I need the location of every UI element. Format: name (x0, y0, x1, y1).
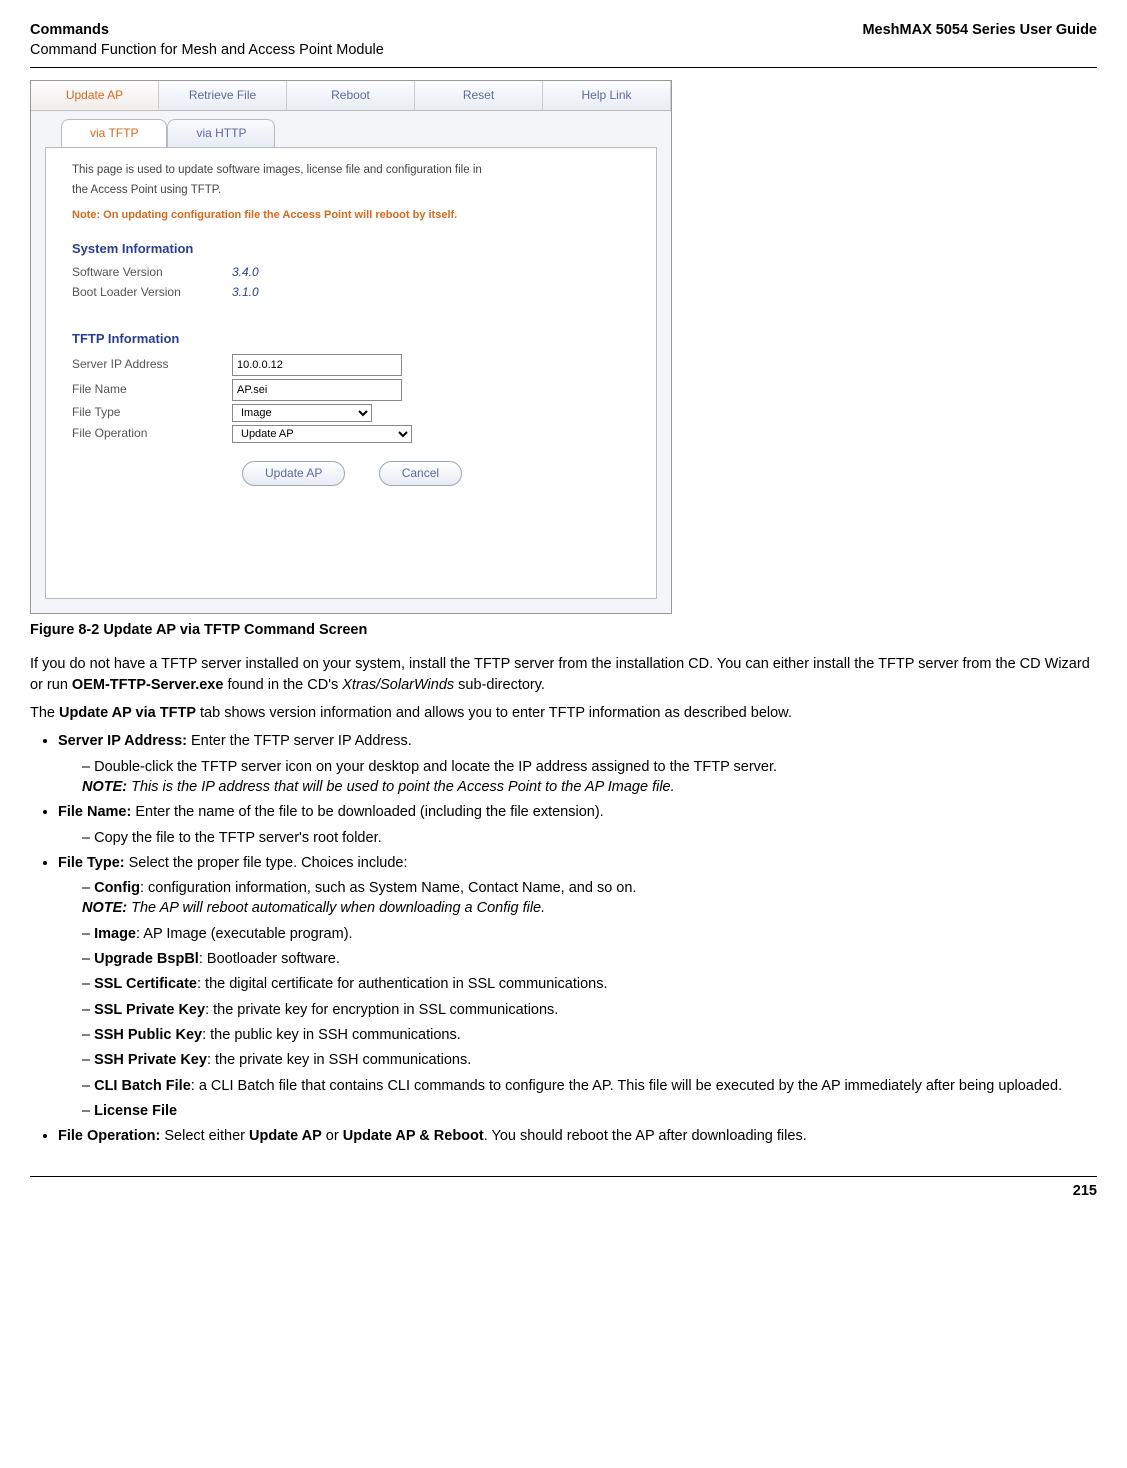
section-tftp-info: TFTP Information (72, 330, 638, 348)
tab-reset[interactable]: Reset (415, 81, 543, 111)
subtab-via-http[interactable]: via HTTP (167, 119, 275, 147)
label-software-version: Software Version (72, 264, 232, 281)
tab-reboot[interactable]: Reboot (287, 81, 415, 111)
note-server-ip: NOTE: This is the IP address that will b… (82, 777, 1097, 797)
input-file-name[interactable] (232, 379, 402, 401)
label-server-ip: Server IP Address (72, 356, 232, 373)
paragraph-update-ap-tab: The Update AP via TFTP tab shows version… (30, 703, 1097, 723)
header-left: Commands Command Function for Mesh and A… (30, 20, 384, 61)
item-server-ip: Server IP Address: Enter the TFTP server… (58, 731, 1097, 797)
header-subtitle: Command Function for Mesh and Access Poi… (30, 40, 384, 60)
figure-caption: Figure 8-2 Update AP via TFTP Command Sc… (30, 620, 1097, 640)
item-server-ip-sub: Double-click the TFTP server icon on you… (82, 757, 1097, 798)
page-footer: 215 (30, 1176, 1097, 1201)
item-filetype-image: Image: AP Image (executable program). (82, 924, 1097, 944)
item-filetype-bspbl: Upgrade BspBl: Bootloader software. (82, 949, 1097, 969)
item-file-name: File Name: Enter the name of the file to… (58, 802, 1097, 848)
select-file-type[interactable]: Image (232, 404, 372, 422)
ap-config-screenshot: Update AP Retrieve File Reboot Reset Hel… (30, 80, 672, 615)
paragraph-tftp-install: If you do not have a TFTP server install… (30, 654, 1097, 695)
tab-retrieve-file[interactable]: Retrieve File (159, 81, 287, 111)
note-config: NOTE: The AP will reboot automatically w… (82, 898, 1097, 918)
row-file-type: File Type Image (72, 404, 638, 422)
top-tab-bar: Update AP Retrieve File Reboot Reset Hel… (31, 81, 671, 112)
update-ap-button[interactable]: Update AP (242, 461, 345, 486)
panel-warning: Note: On updating configuration file the… (72, 208, 638, 223)
item-file-operation: File Operation: Select either Update AP … (58, 1126, 1097, 1146)
select-file-operation[interactable]: Update AP (232, 425, 412, 443)
label-file-type: File Type (72, 404, 232, 421)
section-system-info: System Information (72, 240, 638, 258)
header-title: Commands (30, 22, 109, 38)
page-number: 215 (1073, 1183, 1097, 1199)
item-filetype-config: Config: configuration information, such … (82, 878, 1097, 919)
item-file-type: File Type: Select the proper file type. … (58, 853, 1097, 1121)
sub-tab-bar: via TFTP via HTTP (31, 111, 671, 147)
row-software-version: Software Version 3.4.0 (72, 264, 638, 281)
item-filetype-license: License File (82, 1101, 1097, 1121)
item-filetype-sshpub: SSH Public Key: the public key in SSH co… (82, 1025, 1097, 1045)
tab-update-ap[interactable]: Update AP (31, 81, 159, 111)
label-file-name: File Name (72, 381, 232, 398)
page-header: Commands Command Function for Mesh and A… (30, 20, 1097, 68)
panel-desc-line1: This page is used to update software ima… (72, 162, 638, 178)
row-bootloader-version: Boot Loader Version 3.1.0 (72, 284, 638, 301)
item-filetype-sslcert: SSL Certificate: the digital certificate… (82, 974, 1097, 994)
label-file-operation: File Operation (72, 425, 232, 442)
value-software-version: 3.4.0 (232, 264, 259, 281)
item-filetype-sshpriv: SSH Private Key: the private key in SSH … (82, 1050, 1097, 1070)
options-list: Server IP Address: Enter the TFTP server… (30, 731, 1097, 1146)
input-server-ip[interactable] (232, 354, 402, 376)
row-server-ip: Server IP Address (72, 354, 638, 376)
row-file-name: File Name (72, 379, 638, 401)
header-right: MeshMAX 5054 Series User Guide (862, 20, 1097, 61)
button-row: Update AP Cancel (72, 461, 638, 486)
cancel-button[interactable]: Cancel (379, 461, 462, 486)
item-filetype-clibatch: CLI Batch File: a CLI Batch file that co… (82, 1076, 1097, 1096)
label-bootloader-version: Boot Loader Version (72, 284, 232, 301)
tab-help-link[interactable]: Help Link (543, 81, 671, 111)
panel-desc-line2: the Access Point using TFTP. (72, 182, 638, 198)
subtab-via-tftp[interactable]: via TFTP (61, 119, 167, 147)
value-bootloader-version: 3.1.0 (232, 284, 259, 301)
tftp-panel: This page is used to update software ima… (45, 147, 657, 599)
item-filetype-sslpk: SSL Private Key: the private key for enc… (82, 1000, 1097, 1020)
item-file-name-sub: Copy the file to the TFTP server's root … (82, 828, 1097, 848)
row-file-operation: File Operation Update AP (72, 425, 638, 443)
